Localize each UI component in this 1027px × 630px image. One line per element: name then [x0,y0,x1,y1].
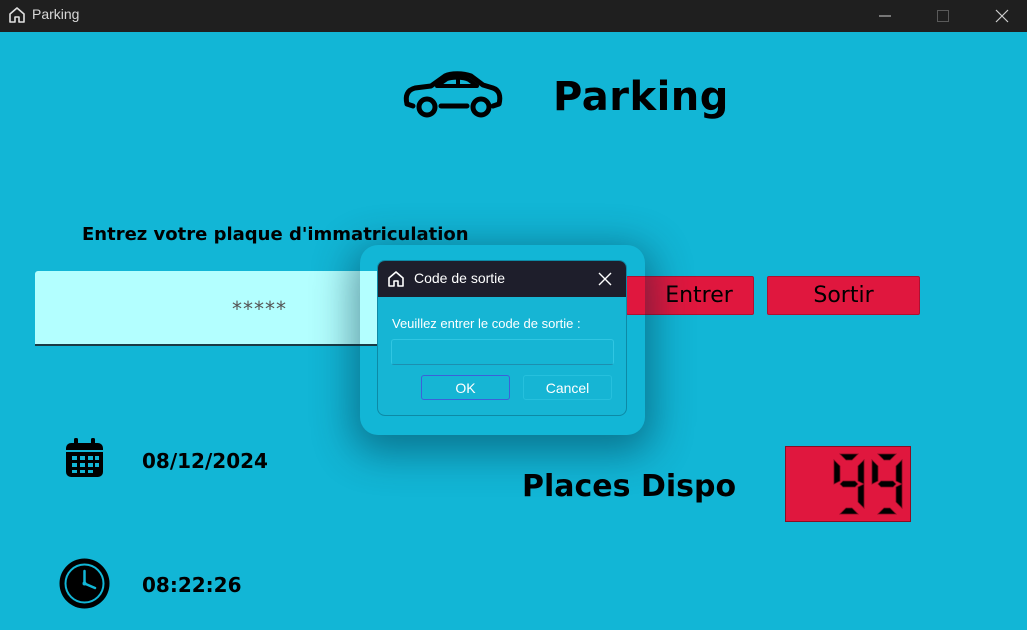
lcd-segment [895,483,903,509]
lcd-segment [839,507,859,515]
places-dispo-label: Places Dispo [522,469,737,504]
time-display: 08:22:26 [142,573,242,597]
lcd-segment [857,459,865,485]
entrer-button[interactable]: Entrer [626,276,754,315]
car-icon [403,71,503,118]
close-button[interactable] [979,0,1025,32]
close-icon [995,9,1009,23]
lcd-segment [877,507,897,515]
cancel-button[interactable]: Cancel [523,375,612,400]
lcd-segment [895,459,903,485]
plate-input[interactable] [35,271,395,346]
lcd-segment [871,459,879,485]
lcd-segment [839,453,859,461]
home-icon [9,7,25,23]
dialog-prompt: Veuillez entrer le code de sortie : [392,316,581,331]
clock-icon [59,558,110,609]
plate-label: Entrez votre plaque d'immatriculation [82,224,469,245]
sortir-button[interactable]: Sortir [767,276,920,315]
lcd-segment [839,480,859,488]
sortir-button-label: Sortir [813,283,874,308]
maximize-icon [937,10,949,22]
seven-segment-display [833,453,903,515]
entrer-button-label: Entrer [665,283,733,308]
minimize-icon [879,15,891,17]
exit-code-dialog: Code de sortie Veuillez entrer le code d… [377,260,627,416]
dialog-titlebar: Code de sortie [378,261,626,297]
cancel-button-label: Cancel [545,379,590,396]
page-title: Parking [553,74,729,120]
places-counter [785,446,911,522]
ok-button[interactable]: OK [421,375,510,400]
calendar-icon [66,438,103,477]
lcd-segment [857,483,865,509]
window-title: Parking [32,6,80,22]
lcd-segment [877,453,897,461]
exit-code-input[interactable] [391,339,614,365]
lcd-segment [833,459,841,485]
minimize-button[interactable] [862,0,908,32]
lcd-segment [877,480,897,488]
window-titlebar: Parking [0,0,1027,32]
dialog-title: Code de sortie [414,270,506,286]
ok-button-label: OK [455,379,476,396]
date-display: 08/12/2024 [142,449,268,473]
plate-input-value: ***** [232,297,287,321]
home-icon [388,271,404,287]
dialog-close-icon[interactable] [595,269,615,289]
maximize-button[interactable] [920,0,966,32]
